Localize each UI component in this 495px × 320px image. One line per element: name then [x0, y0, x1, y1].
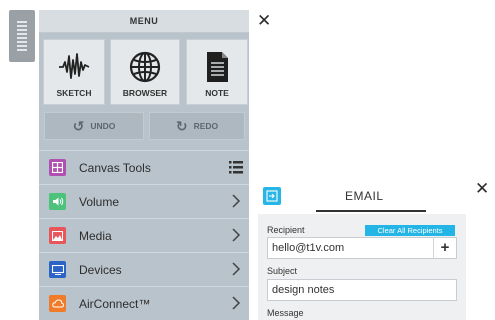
undo-icon: ↺ [72, 117, 85, 134]
menu-close-icon[interactable]: ✕ [257, 12, 271, 29]
menu-item-canvas-tools[interactable]: Canvas Tools [39, 150, 249, 184]
email-close-icon[interactable]: ✕ [475, 180, 489, 197]
redo-button[interactable]: ↻ REDO [149, 112, 245, 140]
undo-label: UNDO [90, 121, 116, 131]
email-title: EMAIL [345, 189, 384, 203]
email-app-icon [263, 187, 281, 205]
chevron-right-icon [232, 228, 241, 242]
subject-label: Subject [267, 266, 298, 276]
app-tiles: SKETCH BROWSER NOTE [43, 39, 248, 105]
sketch-waveform-icon [59, 53, 90, 79]
subject-field[interactable]: design notes [267, 279, 457, 301]
menu-item-volume[interactable]: Volume [39, 184, 249, 218]
note-label: NOTE [205, 88, 229, 98]
menu-panel: MENU SKETCH BROWSER NOTE ↺ UNDO ↻ REDO C… [39, 10, 249, 320]
browser-tile[interactable]: BROWSER [110, 39, 180, 105]
message-label: Message [267, 308, 304, 318]
sketch-label: SKETCH [56, 88, 92, 98]
clear-all-recipients-button[interactable]: Clear All Recipients [365, 225, 455, 236]
email-panel: EMAIL Recipient Clear All Recipients hel… [258, 177, 466, 320]
menu-list: Canvas Tools Volume Media Devices AirCon… [39, 150, 249, 320]
sketch-tile[interactable]: SKETCH [43, 39, 105, 105]
recipient-label: Recipient [267, 225, 305, 235]
list-icon [229, 161, 243, 174]
canvas-tools-icon [49, 159, 66, 176]
grip-icon [17, 21, 27, 51]
menu-item-media[interactable]: Media [39, 218, 249, 252]
menu-drag-handle[interactable] [9, 10, 35, 62]
redo-icon: ↻ [175, 117, 188, 134]
redo-label: REDO [193, 121, 219, 131]
chevron-right-icon [232, 194, 241, 208]
image-icon [49, 227, 66, 244]
menu-item-label: Media [79, 228, 112, 243]
menu-item-label: Canvas Tools [79, 160, 151, 175]
menu-item-devices[interactable]: Devices [39, 252, 249, 286]
undo-button[interactable]: ↺ UNDO [44, 112, 144, 140]
recipient-field[interactable]: hello@t1v.com + [267, 237, 457, 259]
browser-label: BROWSER [122, 88, 168, 98]
chevron-right-icon [232, 296, 241, 310]
globe-icon [129, 51, 161, 83]
cloud-icon [49, 295, 66, 312]
email-header: EMAIL [258, 177, 466, 214]
menu-item-label: AirConnect™ [79, 296, 151, 311]
menu-item-label: Devices [79, 262, 122, 277]
note-document-icon [207, 52, 228, 82]
add-recipient-button[interactable]: + [433, 237, 456, 259]
recipient-value: hello@t1v.com [272, 242, 345, 254]
monitor-icon [49, 261, 66, 278]
chevron-right-icon [232, 262, 241, 276]
note-tile[interactable]: NOTE [186, 39, 248, 105]
menu-title: MENU [39, 10, 249, 33]
speaker-icon [49, 193, 66, 210]
subject-value: design notes [272, 284, 335, 296]
menu-item-airconnect[interactable]: AirConnect™ [39, 286, 249, 320]
title-underline [316, 210, 426, 212]
menu-item-label: Volume [79, 194, 120, 209]
